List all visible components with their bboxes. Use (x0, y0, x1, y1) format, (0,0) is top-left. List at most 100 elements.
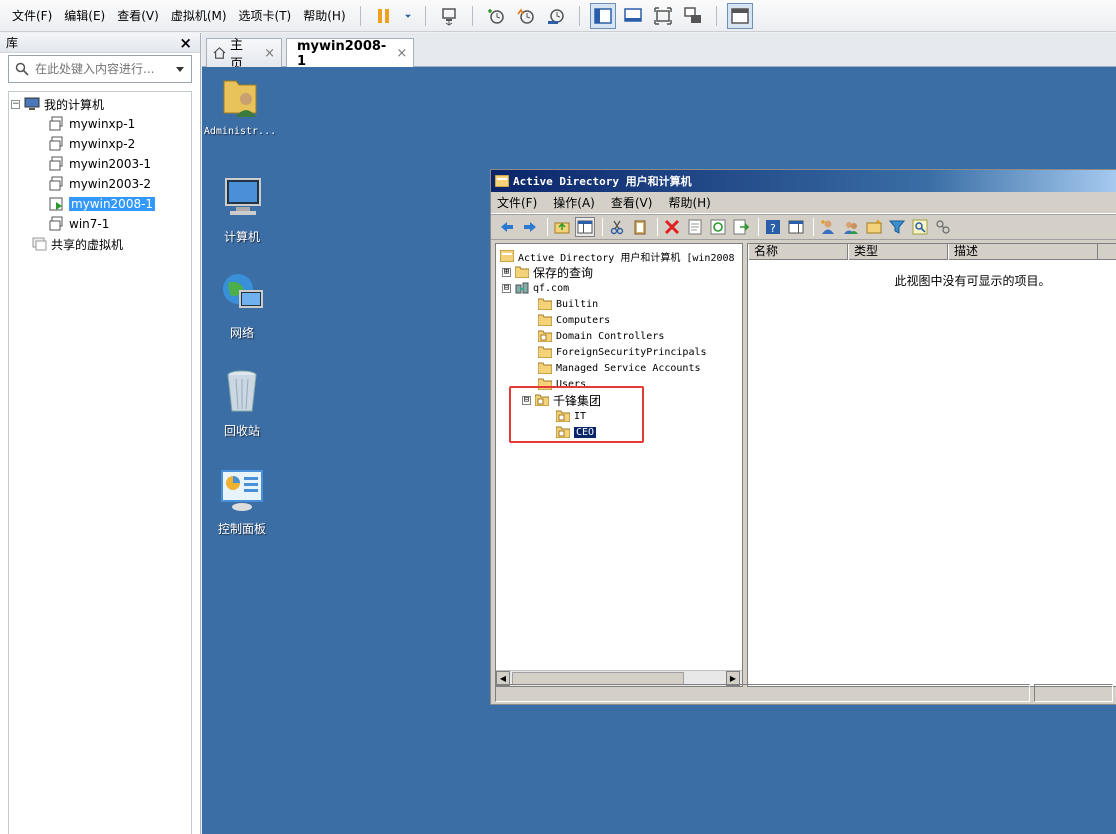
library-close-button[interactable]: × (179, 34, 192, 52)
show-hide-tree-button[interactable] (575, 217, 595, 237)
delete-button[interactable] (662, 217, 682, 237)
tree-node-label: Builtin (556, 298, 599, 310)
tab-mywin2008-1[interactable]: mywin2008-1 × (286, 38, 414, 69)
tree-item-vm[interactable]: win7-1 (9, 214, 191, 234)
collapse-toggle[interactable]: − (11, 99, 20, 109)
console-view-icon (623, 7, 642, 22)
tree-node-it[interactable]: IT (556, 408, 586, 424)
snapshot-manager-button[interactable] (543, 3, 569, 29)
menu-view[interactable]: 查看(V) (111, 0, 165, 32)
cut-button[interactable] (607, 217, 627, 237)
tree-node-qianfeng-group[interactable]: ⊟ 千锋集团 (522, 392, 601, 408)
tree-item-vm[interactable]: mywinxp-1 (9, 114, 191, 134)
export-list-button[interactable] (731, 217, 751, 237)
tree-node-builtin[interactable]: Builtin (538, 296, 598, 312)
tree-item-my-computer[interactable]: − 我的计算机 (9, 94, 191, 114)
library-search-box[interactable] (8, 55, 192, 83)
fullscreen-button[interactable] (650, 3, 676, 29)
tab-close-button[interactable]: × (264, 46, 275, 61)
tab-home[interactable]: 主页 × (206, 38, 282, 72)
help-icon: ? (766, 220, 780, 235)
ou-icon (556, 426, 570, 438)
clipboard-icon (634, 220, 646, 235)
menu-file[interactable]: 文件(F) (6, 0, 58, 32)
filter-button[interactable] (887, 217, 907, 237)
tree-node-users[interactable]: Users (538, 376, 586, 392)
desktop-icon-recycle-bin[interactable]: 回收站 (202, 367, 282, 439)
tree-node-ceo[interactable]: CEO (556, 424, 597, 440)
desktop-icon-administrator[interactable]: Administr... (200, 71, 280, 137)
desktop-icon-control-panel[interactable]: 控制面板 (202, 465, 282, 537)
tree-node-foreign-security-principals[interactable]: ForeignSecurityPrincipals (538, 344, 707, 360)
desktop-icon-computer[interactable]: 计算机 (202, 173, 282, 245)
snapshot-take-button[interactable] (483, 3, 509, 29)
library-panel: 库 × − 我的计算机 mywinxp-1 mywinxp-2 mywin200… (0, 33, 201, 834)
menu-vm[interactable]: 虚拟机(M) (165, 0, 233, 32)
search-icon (15, 62, 29, 76)
forward-button[interactable] (520, 217, 540, 237)
column-header-name[interactable]: 名称 (748, 244, 848, 260)
network-icon (223, 274, 263, 308)
aduc-menu-help[interactable]: 帮助(H) (668, 194, 710, 211)
new-user-button[interactable] (818, 217, 838, 237)
add-to-group-button[interactable] (933, 217, 953, 237)
tree-item-vm[interactable]: mywin2003-2 (9, 174, 191, 194)
container-icon (538, 378, 552, 390)
tree-node-domain-controllers[interactable]: Domain Controllers (538, 328, 664, 344)
snapshot-revert-icon (516, 7, 534, 24)
vm-running-icon (49, 197, 63, 211)
tree-item-label: mywin2003-2 (69, 177, 152, 191)
console-view-button[interactable] (620, 3, 646, 29)
show-action-pane-button[interactable] (786, 217, 806, 237)
menu-edit[interactable]: 编辑(E) (58, 0, 111, 32)
aduc-menubar: 文件(F) 操作(A) 查看(V) 帮助(H) (491, 192, 1116, 214)
export-icon (733, 219, 749, 235)
tab-close-button[interactable]: × (396, 46, 407, 61)
tree-node-managed-service-accounts[interactable]: Managed Service Accounts (538, 360, 701, 376)
find-button[interactable] (910, 217, 930, 237)
expand-toggle[interactable]: ⊞ (502, 267, 511, 277)
new-ou-button[interactable] (864, 217, 884, 237)
unity-button[interactable] (680, 3, 706, 29)
library-view-button[interactable] (589, 2, 616, 29)
tree-node-aduc-root[interactable]: Active Directory 用户和计算机 [win2008 (500, 248, 735, 264)
tree-item-vm-selected[interactable]: mywin2008-1 (9, 194, 191, 214)
tree-item-vm[interactable]: mywin2003-1 (9, 154, 191, 174)
list-header: 名称 类型 描述 (748, 244, 1116, 260)
power-dropdown-button[interactable] (401, 3, 415, 29)
thumbnail-view-button[interactable] (726, 2, 753, 29)
tree-item-vm[interactable]: mywinxp-2 (9, 134, 191, 154)
column-header-type[interactable]: 类型 (848, 244, 948, 260)
send-ctrl-alt-del-button[interactable] (436, 3, 462, 29)
tree-node-saved-queries[interactable]: ⊞ 保存的查询 (502, 264, 593, 280)
aduc-titlebar[interactable]: Active Directory 用户和计算机 (491, 170, 1116, 192)
copy-button[interactable] (630, 217, 650, 237)
menu-help[interactable]: 帮助(H) (297, 0, 351, 32)
thumbnail-view-icon (730, 7, 749, 24)
snapshot-revert-button[interactable] (513, 3, 539, 29)
collapse-toggle[interactable]: ⊟ (522, 395, 531, 405)
desktop-icon-network[interactable]: 网络 (202, 269, 282, 341)
toolbar-separator (715, 5, 717, 26)
recycle-bin-icon (227, 370, 257, 412)
tree-item-shared-vms[interactable]: 共享的虚拟机 (9, 234, 191, 254)
library-search-input[interactable] (35, 62, 165, 76)
column-header-description[interactable]: 描述 (948, 244, 1098, 260)
tree-node-domain[interactable]: ⊟ qf.com (502, 280, 569, 296)
aduc-menu-view[interactable]: 查看(V) (611, 194, 653, 211)
collapse-toggle[interactable]: ⊟ (502, 283, 511, 293)
up-level-button[interactable] (552, 217, 572, 237)
tree-node-computers[interactable]: Computers (538, 312, 610, 328)
status-panel (1033, 684, 1113, 702)
pause-button[interactable] (371, 3, 397, 29)
aduc-menu-file[interactable]: 文件(F) (497, 194, 537, 211)
refresh-button[interactable] (708, 217, 728, 237)
help-button[interactable]: ? (763, 217, 783, 237)
menu-tabs[interactable]: 选项卡(T) (233, 0, 298, 32)
chevron-down-icon[interactable] (175, 64, 185, 74)
properties-button[interactable] (685, 217, 705, 237)
tree-node-label: Domain Controllers (556, 330, 665, 342)
new-group-button[interactable] (841, 217, 861, 237)
back-button[interactable] (497, 217, 517, 237)
aduc-menu-action[interactable]: 操作(A) (553, 194, 595, 211)
